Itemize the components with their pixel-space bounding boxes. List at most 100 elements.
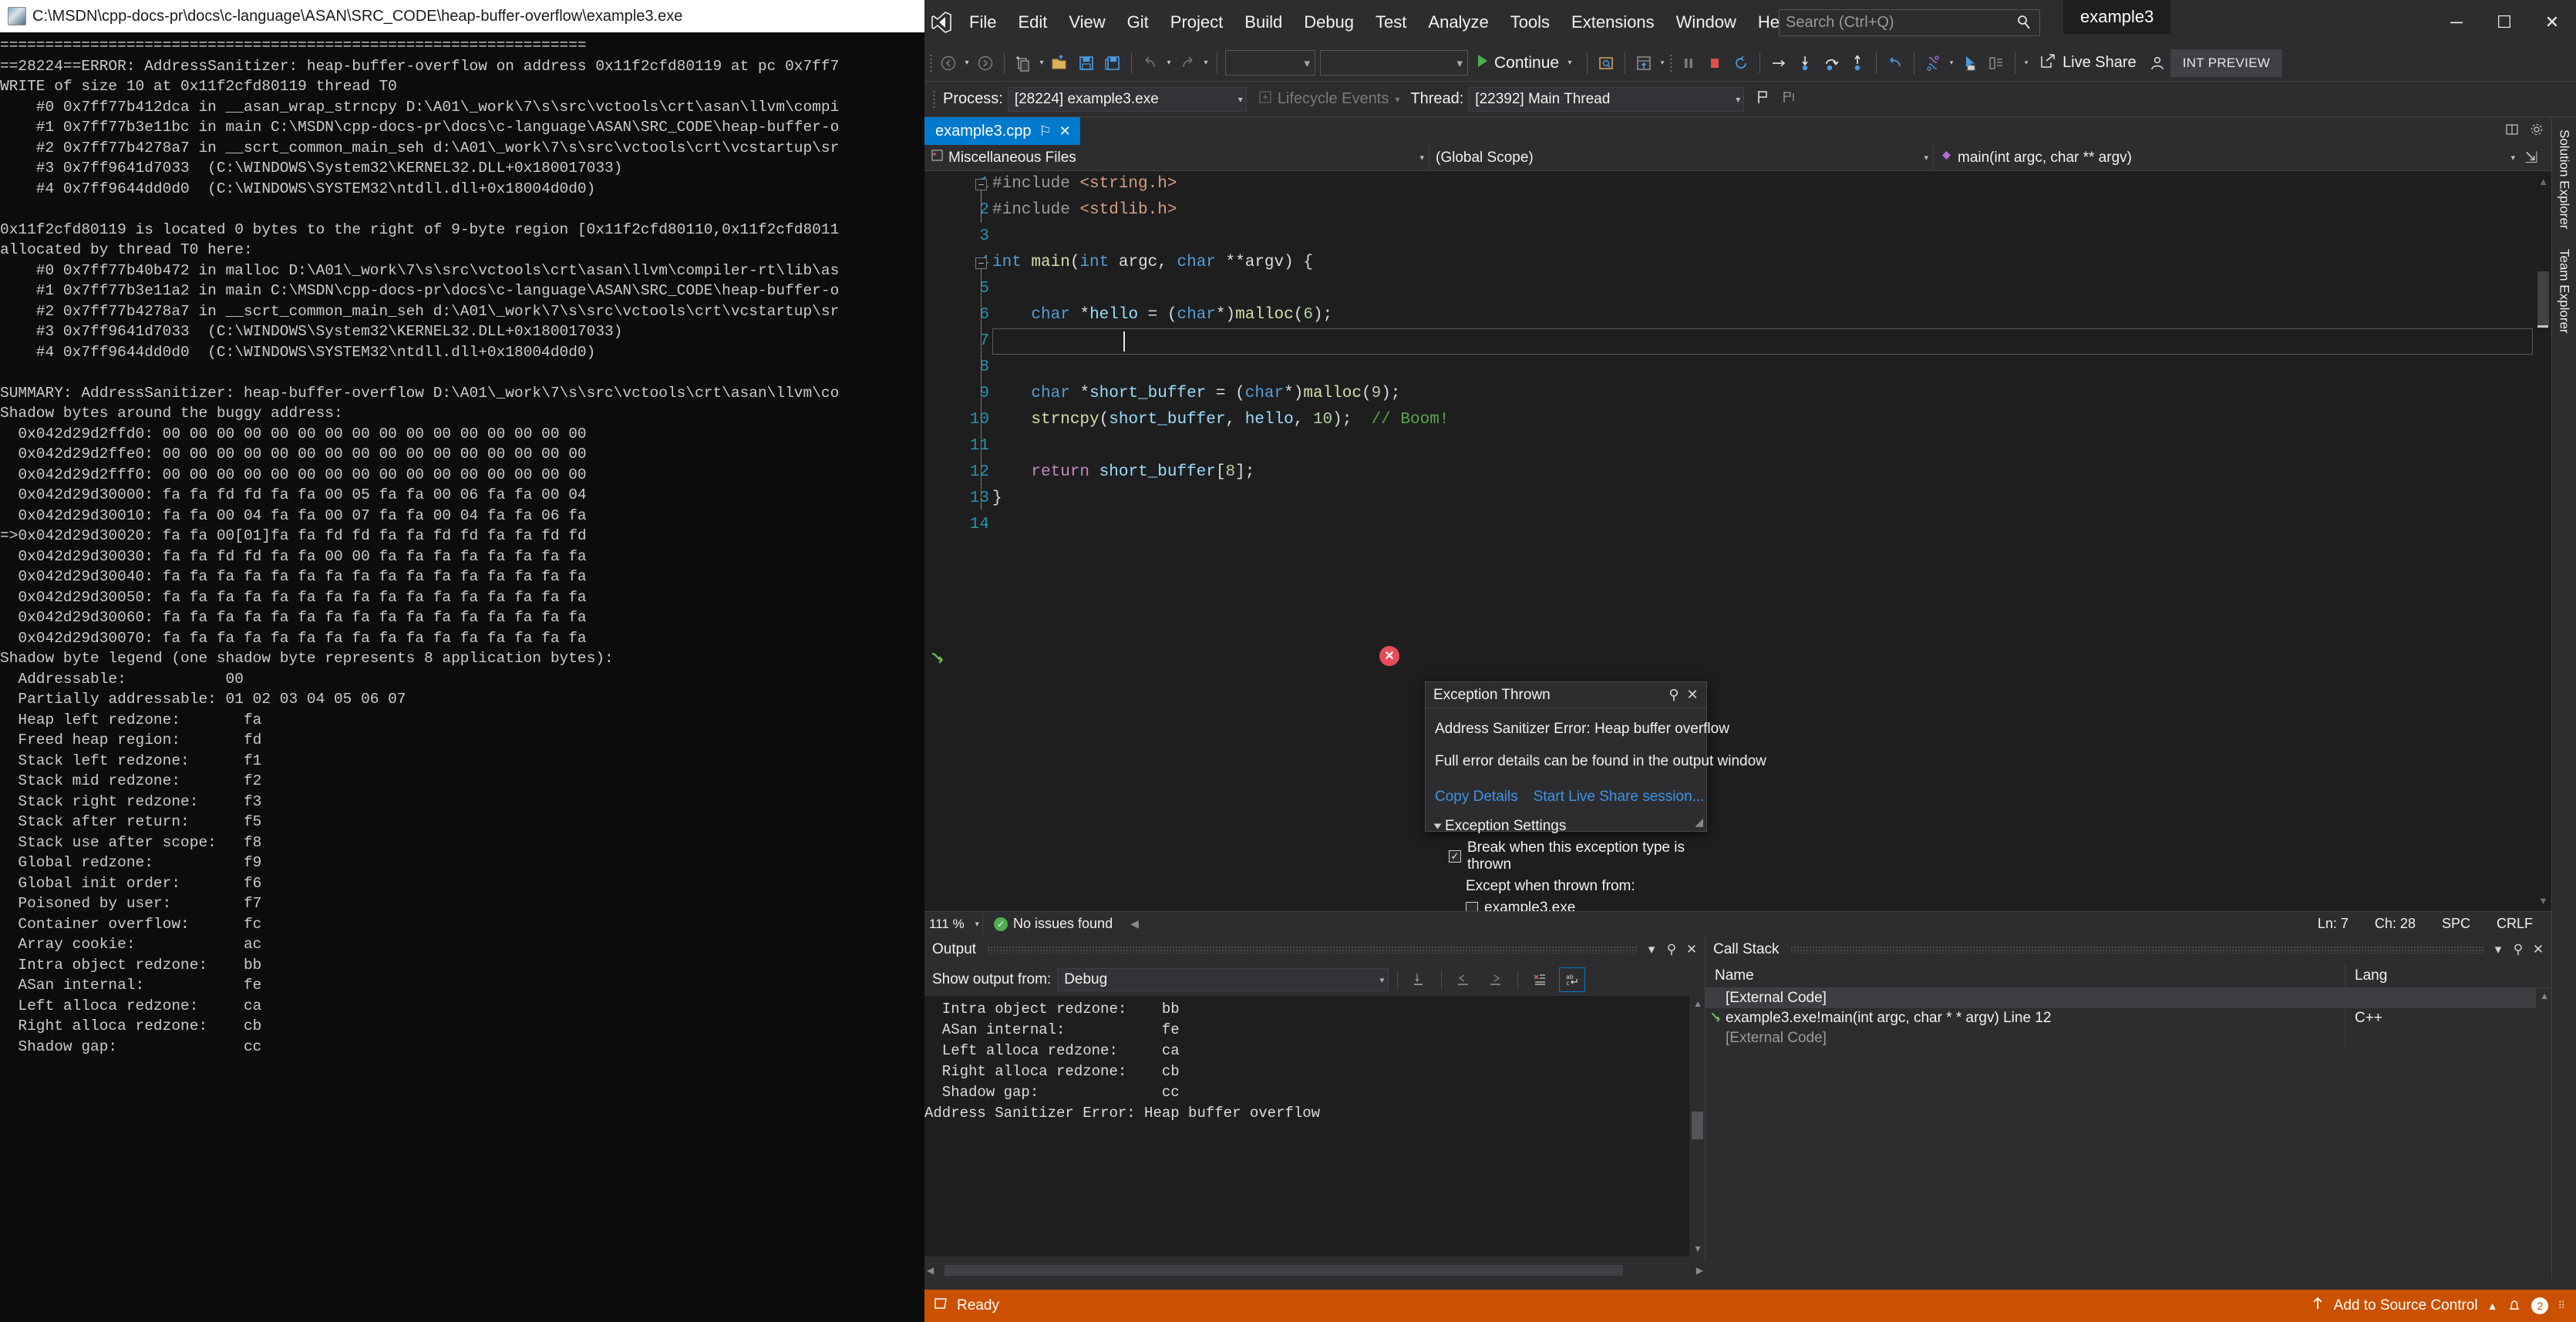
break-checkbox[interactable]: ✓ xyxy=(1449,850,1461,863)
fold-toggle-line1[interactable]: − xyxy=(975,179,987,190)
output-source-combo[interactable]: Debug ▾ xyxy=(1057,968,1389,991)
chevron-down-icon[interactable]: ▾ xyxy=(975,919,979,929)
exception-error-glyph-icon[interactable]: ✕ xyxy=(1379,646,1399,666)
close-icon[interactable]: ✕ xyxy=(1059,123,1071,140)
expander-triangle-icon[interactable] xyxy=(1433,823,1442,829)
menu-edit[interactable]: Edit xyxy=(1007,0,1058,45)
issues-prev-icon[interactable]: ◀ xyxy=(1130,917,1139,930)
code-line[interactable]: char *hello = (char*)malloc(6); xyxy=(992,302,2534,328)
exe-checkbox[interactable] xyxy=(1466,902,1478,911)
menu-git[interactable]: Git xyxy=(1116,0,1160,45)
chevron-down-icon[interactable]: ▾ xyxy=(1642,942,1662,957)
save-all-icon[interactable] xyxy=(1099,48,1126,79)
editor-vertical-scrollbar[interactable]: ▲ ▼ xyxy=(2534,171,2551,911)
menu-view[interactable]: View xyxy=(1058,0,1116,45)
notification-count-badge[interactable]: 2 xyxy=(2531,1297,2549,1314)
hot-reload-dropdown-icon[interactable]: ▾ xyxy=(1657,59,1668,67)
live-visual-tree-icon[interactable] xyxy=(1983,48,2009,79)
scroll-down-icon[interactable]: ▼ xyxy=(1693,1243,1702,1254)
indent-indicator[interactable]: SPC xyxy=(2442,916,2470,932)
exe-exclusion-row[interactable]: example3.exe xyxy=(1435,900,1697,911)
eol-indicator[interactable]: CRLF xyxy=(2497,916,2533,932)
toolbar-overflow-icon[interactable]: ▾ xyxy=(2021,59,2032,67)
editor-settings-icon[interactable] xyxy=(2530,123,2544,140)
step-into-icon[interactable] xyxy=(1792,48,1818,79)
scroll-up-icon[interactable]: ▲ xyxy=(2538,176,2548,187)
show-next-statement-icon[interactable] xyxy=(1766,48,1792,79)
menu-tools[interactable]: Tools xyxy=(1500,0,1561,45)
code-line[interactable]: #include <string.h> xyxy=(992,171,2534,197)
resize-grip-icon[interactable]: ◢ xyxy=(1695,816,1703,829)
menu-debug[interactable]: Debug xyxy=(1293,0,1365,45)
scroll-up-icon[interactable]: ▲ xyxy=(1693,998,1702,1009)
start-live-share-link[interactable]: Start Live Share session... xyxy=(1534,789,1705,806)
chevron-down-icon[interactable]: ▾ xyxy=(1380,975,1385,985)
navbar-scope-combo[interactable]: (Global Scope) ▾ xyxy=(1429,144,1934,171)
break-on-exception-row[interactable]: ✓ Break when this exception type is thro… xyxy=(1435,839,1697,873)
code-line[interactable] xyxy=(992,433,2534,459)
solution-config-combo[interactable]: ▾ xyxy=(1225,50,1315,76)
minimize-button[interactable]: ─ xyxy=(2433,0,2480,45)
pause-icon[interactable] xyxy=(1675,48,1702,79)
navbar-project-combo[interactable]: Miscellaneous Files ▾ xyxy=(924,144,1429,171)
scroll-left-icon[interactable]: ◀ xyxy=(927,1265,934,1276)
close-button[interactable]: ✕ xyxy=(2528,0,2576,45)
call-stack-row[interactable]: [External Code] xyxy=(1706,1028,2551,1048)
menu-build[interactable]: Build xyxy=(1234,0,1293,45)
menu-analyze[interactable]: Analyze xyxy=(1417,0,1499,45)
live-share-button[interactable]: Live Share xyxy=(2032,52,2144,74)
lifecycle-dropdown-icon[interactable]: ▾ xyxy=(1395,94,1399,105)
navigate-back-icon[interactable] xyxy=(935,48,961,79)
search-input[interactable]: Search (Ctrl+Q) xyxy=(1786,14,2016,32)
redo-icon[interactable] xyxy=(1174,48,1200,79)
attach-to-process-icon[interactable] xyxy=(1593,48,1619,79)
rail-team-explorer[interactable]: Team Explorer xyxy=(2557,241,2572,341)
code-folding-column[interactable]: − − xyxy=(975,171,989,911)
navigate-forward-icon[interactable] xyxy=(972,48,998,79)
fold-toggle-line4[interactable]: − xyxy=(975,257,987,269)
column-header-name[interactable]: Name xyxy=(1706,963,2345,988)
navbar-expand-icon[interactable]: ⇲ xyxy=(2520,148,2543,167)
scroll-down-icon[interactable]: ▼ xyxy=(2538,895,2548,907)
select-element-icon[interactable] xyxy=(1957,48,1983,79)
menu-test[interactable]: Test xyxy=(1365,0,1417,45)
step-over-icon[interactable] xyxy=(1818,48,1844,79)
restart-icon[interactable] xyxy=(1728,48,1754,79)
output-vertical-scrollbar[interactable]: ▲ ▼ xyxy=(1689,996,1705,1256)
scrollbar-thumb[interactable] xyxy=(2537,271,2549,325)
save-icon[interactable] xyxy=(1073,48,1099,79)
find-message-icon[interactable] xyxy=(1406,967,1433,992)
output-text-content[interactable]: Intra object redzone: bb ASan internal: … xyxy=(924,996,1690,1256)
scroll-up-icon[interactable]: ▲ xyxy=(2540,991,2549,1001)
scrollbar-thumb[interactable] xyxy=(945,1265,1623,1276)
thread-combo[interactable]: [22392] Main Thread ▾ xyxy=(1468,86,1745,112)
tab-example3-cpp[interactable]: example3.cpp ⚐ ✕ xyxy=(924,117,1080,145)
new-item-dropdown-icon[interactable]: ▾ xyxy=(1036,59,1047,67)
chevron-down-icon[interactable]: ▾ xyxy=(2510,153,2515,163)
debug-toolbar-grip[interactable] xyxy=(931,87,938,112)
resize-grip-icon[interactable]: ⠿ xyxy=(2557,1300,2565,1312)
continue-dropdown-icon[interactable]: ▾ xyxy=(1564,59,1575,67)
call-stack-row[interactable]: [External Code] xyxy=(1706,988,2551,1008)
go-to-next-icon[interactable] xyxy=(1483,967,1509,992)
copy-details-link[interactable]: Copy Details xyxy=(1435,789,1518,806)
split-editor-icon[interactable] xyxy=(2505,123,2519,140)
search-box[interactable]: Search (Ctrl+Q) xyxy=(1779,9,2040,36)
zoom-level-combo[interactable]: 111 % ▾ xyxy=(924,912,983,936)
code-line[interactable] xyxy=(992,276,2534,302)
code-line[interactable] xyxy=(992,512,2534,538)
upload-arrow-icon[interactable] xyxy=(2311,1296,2325,1316)
add-to-source-control-label[interactable]: Add to Source Control xyxy=(2334,1297,2478,1314)
clear-all-icon[interactable] xyxy=(1527,967,1553,992)
toggle-word-wrap-icon[interactable]: ab c xyxy=(1559,967,1586,992)
pin-icon[interactable]: ⚐ xyxy=(1039,123,1052,140)
scroll-right-icon[interactable]: ▶ xyxy=(1696,1265,1703,1276)
call-stack-row[interactable]: example3.exe!main(int argc, char * * arg… xyxy=(1706,1008,2551,1028)
chevron-down-icon[interactable]: ▾ xyxy=(1419,153,1424,163)
back-dropdown-icon[interactable]: ▾ xyxy=(961,59,972,67)
open-file-icon[interactable] xyxy=(1047,48,1073,79)
undo-dropdown-icon[interactable]: ▾ xyxy=(1163,59,1174,67)
rail-solution-explorer[interactable]: Solution Explorer xyxy=(2557,122,2572,237)
new-item-icon[interactable] xyxy=(1010,48,1036,79)
menu-window[interactable]: Window xyxy=(1665,0,1747,45)
